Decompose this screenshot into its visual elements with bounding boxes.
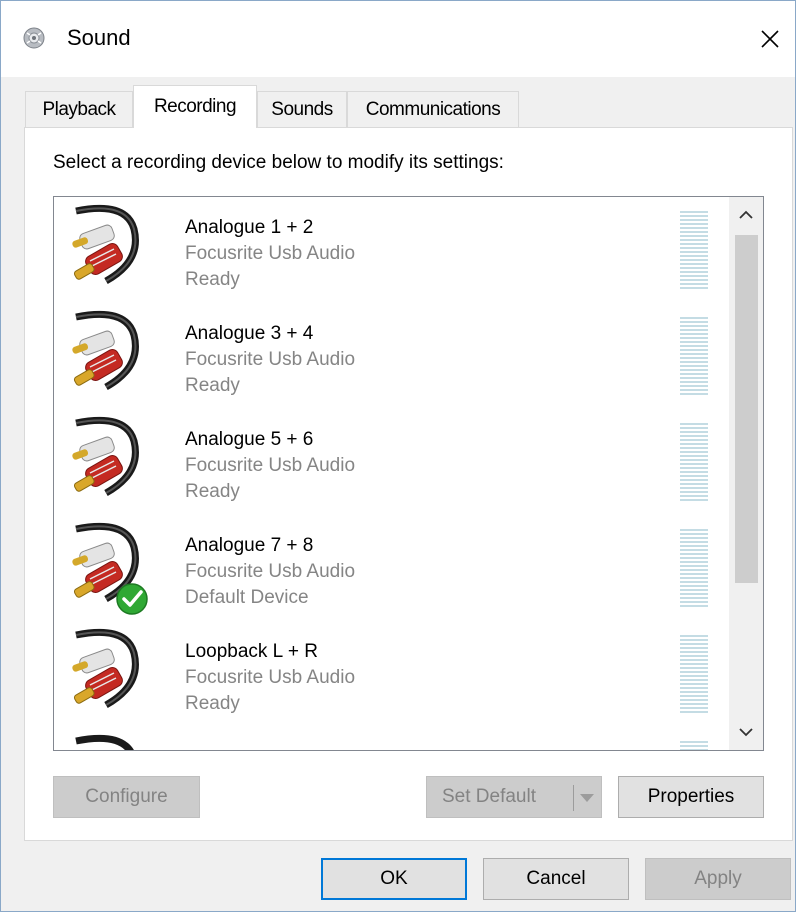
rca-cable-icon	[72, 522, 148, 615]
level-meter	[680, 211, 708, 291]
split-separator	[573, 785, 574, 811]
device-driver: Focusrite Usb Audio	[185, 455, 356, 476]
ok-button[interactable]: OK	[321, 858, 467, 900]
instruction-text: Select a recording device below to modif…	[53, 152, 504, 173]
device-status: Ready	[185, 481, 240, 502]
scroll-thumb[interactable]	[735, 235, 758, 583]
device-item-partial[interactable]	[54, 727, 729, 750]
device-status: Ready	[185, 693, 240, 714]
dropdown-arrow-icon	[580, 794, 594, 802]
device-item[interactable]: Analogue 7 + 8 Focusrite Usb Audio Defau…	[54, 515, 729, 621]
tab-sounds[interactable]: Sounds	[257, 91, 347, 127]
apply-button[interactable]: Apply	[645, 858, 791, 900]
device-status: Ready	[185, 375, 240, 396]
recording-panel: Select a recording device below to modif…	[24, 127, 793, 841]
set-default-label: Set Default	[442, 786, 536, 807]
rca-cable-icon	[72, 310, 139, 391]
device-driver: Focusrite Usb Audio	[185, 561, 356, 582]
rca-cable-icon	[75, 734, 134, 750]
device-status: Default Device	[185, 587, 309, 608]
set-default-button[interactable]: Set Default	[426, 776, 602, 818]
tab-recording[interactable]: Recording	[133, 85, 257, 128]
device-driver: Focusrite Usb Audio	[185, 243, 356, 264]
cancel-button[interactable]: Cancel	[483, 858, 629, 900]
green-check-icon	[116, 583, 148, 615]
close-button[interactable]	[745, 15, 795, 63]
vertical-scrollbar[interactable]	[729, 197, 763, 750]
device-item[interactable]: Loopback L + R Focusrite Usb Audio Ready	[54, 621, 729, 727]
device-item[interactable]: Analogue 1 + 2 Focusrite Usb Audio Ready	[54, 197, 729, 303]
sound-dialog: Sound Playback Recording Sounds Communic…	[0, 0, 796, 912]
device-name: Analogue 3 + 4	[185, 323, 314, 344]
device-item[interactable]: Analogue 5 + 6 Focusrite Usb Audio Ready	[54, 409, 729, 515]
device-name: Analogue 5 + 6	[185, 429, 314, 450]
device-item[interactable]: Analogue 3 + 4 Focusrite Usb Audio Ready	[54, 303, 729, 409]
device-list[interactable]: Analogue 1 + 2 Focusrite Usb Audio Ready…	[53, 196, 764, 751]
level-meter	[680, 529, 708, 609]
device-driver: Focusrite Usb Audio	[185, 349, 356, 370]
device-name: Analogue 1 + 2	[185, 217, 314, 238]
configure-button[interactable]: Configure	[53, 776, 200, 818]
rca-cable-icon	[72, 628, 139, 709]
rca-cable-icon	[72, 416, 139, 497]
chevron-down-icon	[739, 728, 753, 737]
scroll-up-button[interactable]	[729, 197, 763, 233]
level-meter	[680, 741, 708, 750]
scroll-down-button[interactable]	[729, 714, 763, 750]
tab-communications[interactable]: Communications	[347, 91, 519, 127]
speaker-icon	[23, 27, 45, 49]
title-bar: Sound	[1, 1, 795, 77]
level-meter	[680, 423, 708, 503]
tab-playback[interactable]: Playback	[25, 91, 133, 127]
rca-cable-icon	[72, 204, 139, 285]
level-meter	[680, 635, 708, 715]
chevron-up-icon	[739, 210, 753, 219]
device-status: Ready	[185, 269, 240, 290]
close-icon	[761, 30, 779, 48]
window-title: Sound	[67, 25, 131, 50]
device-name: Loopback L + R	[185, 641, 318, 662]
level-meter	[680, 317, 708, 397]
device-driver: Focusrite Usb Audio	[185, 667, 356, 688]
properties-button[interactable]: Properties	[618, 776, 764, 818]
device-name: Analogue 7 + 8	[185, 535, 314, 556]
